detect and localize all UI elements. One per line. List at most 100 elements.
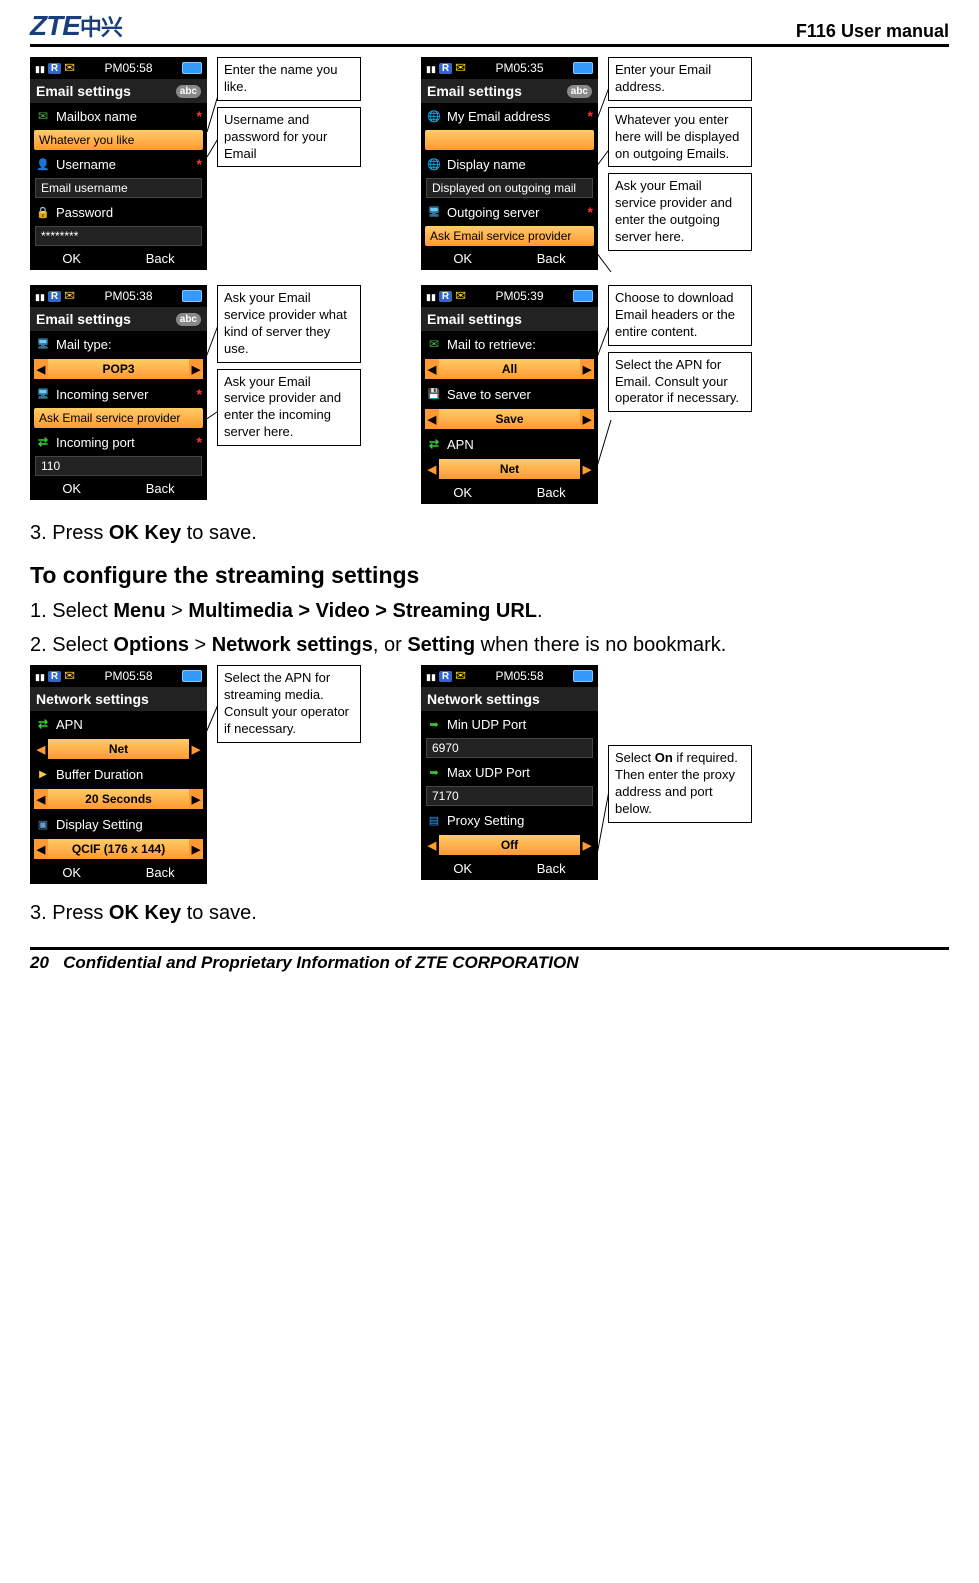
field-label: APN (56, 717, 83, 732)
page-footer: 20 Confidential and Proprietary Informat… (30, 947, 949, 973)
display-icon (35, 817, 51, 831)
required-star: * (197, 108, 202, 124)
left-arrow-icon[interactable]: ◀ (34, 739, 48, 759)
battery-icon (182, 290, 202, 302)
port-icon (426, 765, 442, 779)
field-max-udp: Max UDP Port (421, 759, 598, 785)
email-screen-1-group: R PM05:58 Email settings abc Mailbox nam… (30, 57, 361, 270)
field-apn: APN (30, 711, 207, 737)
right-arrow-icon[interactable]: ▶ (580, 835, 594, 855)
softkey-ok[interactable]: OK (453, 485, 472, 500)
lock-icon (35, 205, 51, 219)
selector[interactable]: ◀Net▶ (425, 459, 594, 479)
field-input[interactable]: ******** (35, 226, 202, 246)
screenshot-row-1: R PM05:58 Email settings abc Mailbox nam… (30, 57, 949, 270)
globe-icon (426, 109, 442, 123)
signal-icon (426, 669, 436, 683)
envelope-icon (64, 668, 75, 684)
callout-box: Select the APN for streaming media. Cons… (217, 665, 361, 743)
selector[interactable]: ◀QCIF (176 x 144)▶ (34, 839, 203, 859)
battery-icon (573, 670, 593, 682)
softkey-back[interactable]: Back (146, 481, 175, 496)
softkey-ok[interactable]: OK (453, 861, 472, 876)
text: > (189, 634, 212, 656)
field-save-server: Save to server (421, 381, 598, 407)
softkey-back[interactable]: Back (537, 861, 566, 876)
text: 3. Press (30, 522, 109, 544)
field-value-highlighted[interactable] (425, 130, 594, 150)
field-value-highlighted[interactable]: Whatever you like (34, 130, 203, 150)
menu-label: Menu (113, 600, 165, 622)
selector[interactable]: ◀Off▶ (425, 835, 594, 855)
screen-title: Email settings (427, 311, 522, 327)
right-arrow-icon[interactable]: ▶ (580, 359, 594, 379)
field-input[interactable]: 7170 (426, 786, 593, 806)
field-label: APN (447, 437, 474, 452)
save-icon (426, 387, 442, 401)
selector[interactable]: ◀POP3▶ (34, 359, 203, 379)
screen-title-bar: Email settings abc (421, 79, 598, 103)
clock: PM05:35 (496, 61, 544, 75)
input-mode-badge: abc (567, 85, 592, 98)
right-arrow-icon[interactable]: ▶ (189, 789, 203, 809)
screen-title-bar: Network settings (421, 687, 598, 711)
field-password: Password (30, 199, 207, 225)
selector[interactable]: ◀All▶ (425, 359, 594, 379)
right-arrow-icon[interactable]: ▶ (189, 359, 203, 379)
softkey-ok[interactable]: OK (453, 251, 472, 266)
selector[interactable]: ◀20 Seconds▶ (34, 789, 203, 809)
left-arrow-icon[interactable]: ◀ (34, 839, 48, 859)
left-arrow-icon[interactable]: ◀ (34, 359, 48, 379)
callout-box: Whatever you enter here will be displaye… (608, 107, 752, 168)
envelope-icon (455, 288, 466, 304)
left-arrow-icon[interactable]: ◀ (425, 459, 439, 479)
softkey-ok[interactable]: OK (62, 865, 81, 880)
field-incoming-server: Incoming server* (30, 381, 207, 407)
right-arrow-icon[interactable]: ▶ (580, 409, 594, 429)
softkey-back[interactable]: Back (146, 865, 175, 880)
text: to save. (181, 902, 257, 924)
left-arrow-icon[interactable]: ◀ (425, 835, 439, 855)
right-arrow-icon[interactable]: ▶ (580, 459, 594, 479)
envelope-icon (455, 60, 466, 76)
softkey-back[interactable]: Back (537, 485, 566, 500)
field-input[interactable]: Displayed on outgoing mail (426, 178, 593, 198)
softkey-bar: OK Back (421, 247, 598, 270)
on-word: On (655, 750, 673, 765)
doc-title: F116 User manual (796, 21, 949, 42)
apn-icon (35, 717, 51, 731)
softkey-ok[interactable]: OK (62, 481, 81, 496)
text: . (537, 600, 543, 622)
field-label: Save to server (447, 387, 531, 402)
right-arrow-icon[interactable]: ▶ (189, 739, 203, 759)
selector-value: Net (439, 459, 580, 479)
left-arrow-icon[interactable]: ◀ (425, 359, 439, 379)
right-arrow-icon[interactable]: ▶ (189, 839, 203, 859)
signal-icon (426, 61, 436, 75)
field-input[interactable]: 6970 (426, 738, 593, 758)
ok-key-text: OK Key (109, 902, 181, 924)
softkey-back[interactable]: Back (146, 251, 175, 266)
left-arrow-icon[interactable]: ◀ (425, 409, 439, 429)
status-bar: RPM05:58 (30, 665, 207, 687)
port-icon (426, 717, 442, 731)
softkey-back[interactable]: Back (537, 251, 566, 266)
left-arrow-icon[interactable]: ◀ (34, 789, 48, 809)
callout-box: Enter the name you like. (217, 57, 361, 101)
selector[interactable]: ◀Save▶ (425, 409, 594, 429)
field-value-highlighted[interactable]: Ask Email service provider (425, 226, 594, 246)
step-1-text: 1. Select Menu > Multimedia > Video > St… (30, 597, 949, 625)
field-input[interactable]: 110 (35, 456, 202, 476)
softkey-ok[interactable]: OK (62, 251, 81, 266)
selector[interactable]: ◀Net▶ (34, 739, 203, 759)
screen-title: Email settings (427, 83, 522, 99)
port-icon (35, 435, 51, 449)
field-input[interactable]: Email username (35, 178, 202, 198)
text: 3. Press (30, 902, 109, 924)
field-outgoing-server: Outgoing server* (421, 199, 598, 225)
required-star: * (197, 386, 202, 402)
field-value-highlighted[interactable]: Ask Email service provider (34, 408, 203, 428)
callouts-net1: Select the APN for streaming media. Cons… (217, 665, 361, 749)
signal-icon (35, 61, 45, 75)
status-left: R (426, 668, 466, 684)
